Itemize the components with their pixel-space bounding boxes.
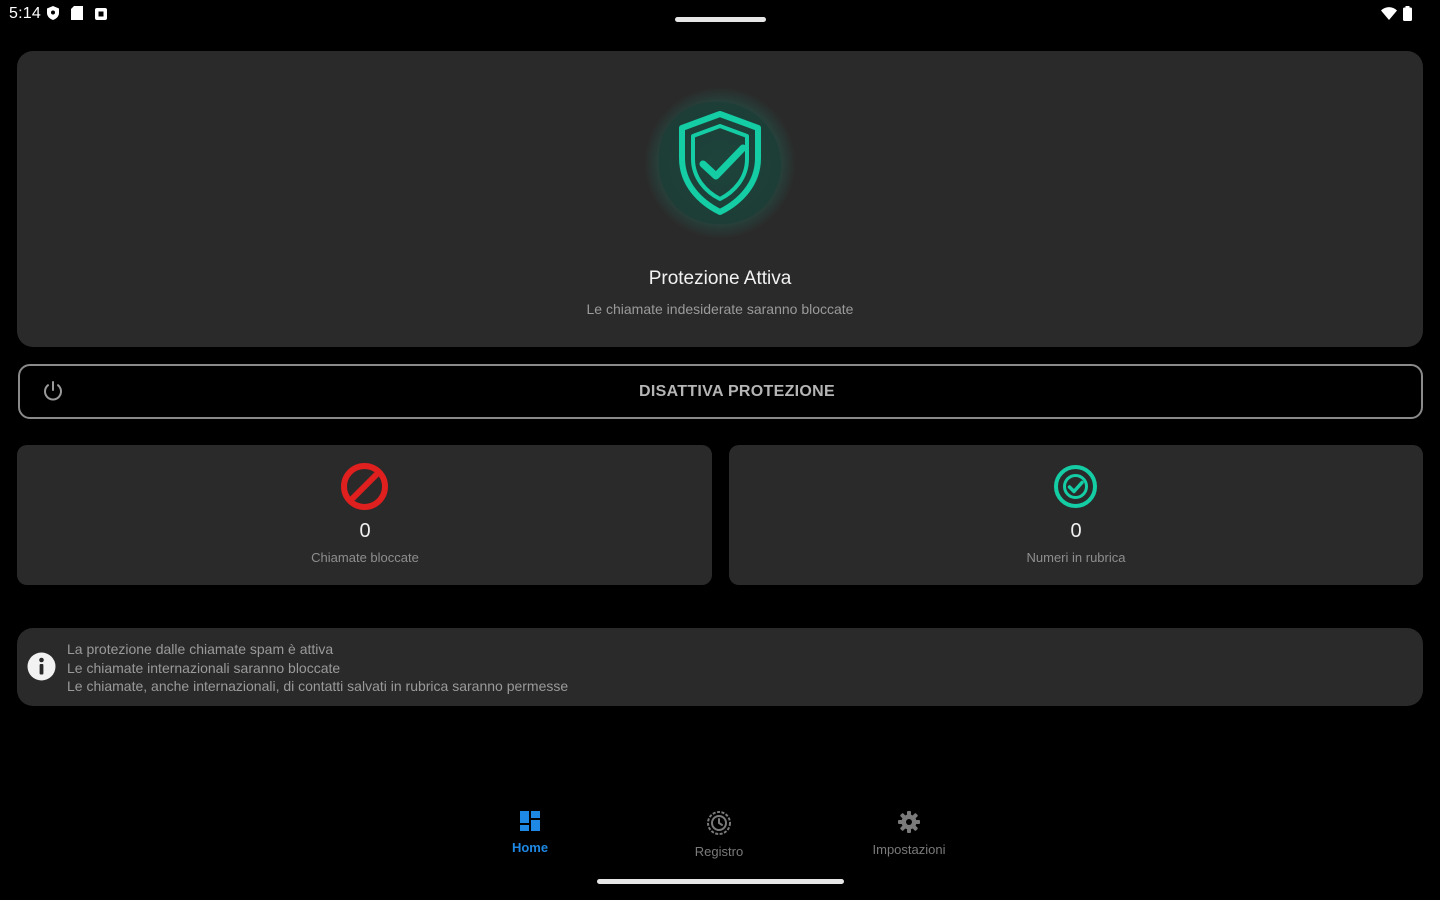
app-screen: 5:14 Protezione Attiva Le chiamate indes… xyxy=(0,0,1440,900)
nav-label-home: Home xyxy=(511,840,549,855)
gesture-handle[interactable] xyxy=(597,879,844,884)
disable-protection-button[interactable]: DISATTIVA PROTEZIONE xyxy=(18,364,1423,419)
nav-item-impostazioni[interactable]: Impostazioni xyxy=(849,810,969,857)
history-icon xyxy=(659,810,779,841)
info-line: La protezione dalle chiamate spam è atti… xyxy=(67,641,334,657)
notification-square-icon xyxy=(95,7,107,25)
dashboard-icon xyxy=(470,810,590,837)
nav-label-registro: Registro xyxy=(694,844,744,859)
info-line: Le chiamate internazionali saranno blocc… xyxy=(67,659,341,676)
battery-icon xyxy=(1403,6,1412,26)
sd-card-icon xyxy=(71,6,83,25)
status-icons-right xyxy=(1381,6,1412,26)
protection-title: Protezione Attiva xyxy=(648,268,792,289)
shield-status-icon xyxy=(47,6,59,25)
nav-item-home[interactable]: Home xyxy=(470,810,590,855)
top-handle[interactable] xyxy=(675,17,766,22)
info-lines: La protezione dalle chiamate spam è atti… xyxy=(67,640,568,696)
check-circle-icon xyxy=(1053,464,1098,514)
disable-protection-label: DISATTIVA PROTEZIONE xyxy=(639,383,835,400)
bottom-navigation: Home Registro Impostazioni xyxy=(0,800,1440,870)
info-line: Le chiamate, anche internazionali, di co… xyxy=(67,678,569,694)
wifi-icon xyxy=(1381,7,1397,25)
contacts-label: Numeri in rubrica xyxy=(1026,550,1126,565)
block-icon xyxy=(340,462,389,516)
nav-label-impostazioni: Impostazioni xyxy=(872,842,946,857)
info-card: La protezione dalle chiamate spam è atti… xyxy=(17,628,1423,706)
protection-subtitle: Le chiamate indesiderate saranno bloccat… xyxy=(586,301,854,317)
status-time: 5:14 xyxy=(9,5,41,22)
contacts-count: 0 xyxy=(1070,520,1082,542)
shield-check-icon xyxy=(645,88,795,238)
status-bar: 5:14 xyxy=(0,0,1440,30)
info-icon xyxy=(27,652,56,686)
nav-item-registro[interactable]: Registro xyxy=(659,810,779,859)
blocked-calls-label: Chiamate bloccate xyxy=(311,550,419,565)
gear-icon xyxy=(849,810,969,839)
blocked-calls-count: 0 xyxy=(359,520,371,542)
status-icons-left xyxy=(47,6,107,25)
